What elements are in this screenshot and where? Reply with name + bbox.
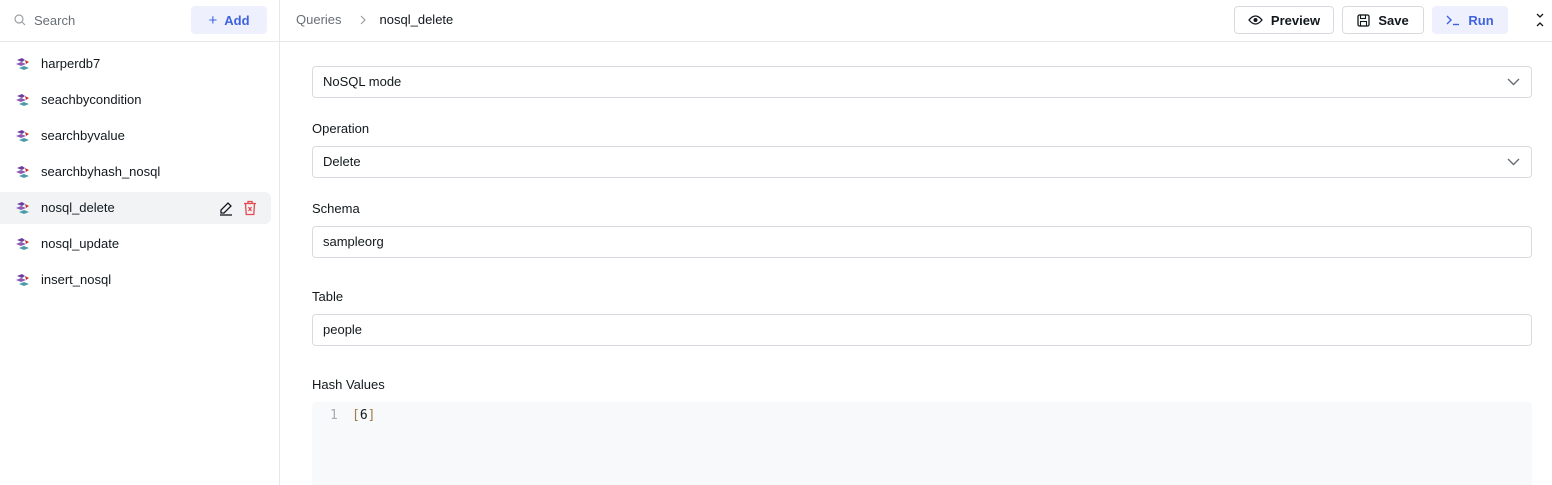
eye-icon bbox=[1248, 15, 1263, 25]
query-header: Queries nosql_delete Preview Save Run bbox=[280, 0, 1552, 42]
query-item[interactable]: nosql_update bbox=[0, 228, 271, 260]
chevron-down-icon bbox=[1507, 158, 1520, 166]
save-button-label: Save bbox=[1378, 12, 1409, 28]
table-field-value: people bbox=[323, 322, 363, 337]
operation-label: Operation bbox=[312, 121, 370, 136]
collapse-icon[interactable] bbox=[1534, 12, 1546, 28]
query-item-active[interactable]: nosql_delete bbox=[0, 192, 271, 224]
mode-select[interactable]: NoSQL mode bbox=[312, 66, 1532, 98]
edit-icon[interactable] bbox=[219, 200, 233, 216]
query-actions bbox=[219, 200, 257, 216]
harperdb-icon bbox=[16, 238, 29, 250]
run-button[interactable]: Run bbox=[1432, 6, 1508, 34]
query-item[interactable]: harperdb7 bbox=[0, 48, 271, 80]
harperdb-icon bbox=[16, 130, 29, 142]
terminal-icon bbox=[1446, 15, 1460, 26]
line-number: 1 bbox=[330, 408, 338, 423]
query-label: nosql_update bbox=[41, 236, 120, 251]
query-label: searchbyvalue bbox=[41, 128, 125, 143]
app-window: + Add harperdb7 seachbycondition bbox=[0, 0, 1552, 485]
query-form: NoSQL mode Operation Delete Schema sampl… bbox=[280, 42, 1552, 485]
search-icon bbox=[14, 14, 26, 26]
add-button-label: Add bbox=[224, 12, 250, 28]
operation-select-value: Delete bbox=[323, 154, 361, 169]
chevron-right-icon bbox=[360, 15, 366, 25]
harperdb-icon bbox=[16, 166, 29, 178]
schema-field-value: sampleorg bbox=[323, 234, 384, 249]
harperdb-icon bbox=[16, 274, 29, 286]
breadcrumb: Queries nosql_delete bbox=[296, 0, 453, 40]
code-value: 6 bbox=[359, 408, 368, 423]
code-close-bracket: ] bbox=[367, 408, 376, 423]
harperdb-icon bbox=[16, 202, 29, 214]
harperdb-icon bbox=[16, 94, 29, 106]
query-label: nosql_delete bbox=[41, 200, 115, 215]
code-open-bracket: [ bbox=[352, 408, 360, 423]
mode-select-value: NoSQL mode bbox=[323, 74, 402, 89]
plus-icon: + bbox=[208, 11, 218, 29]
code-line: [6] bbox=[352, 408, 375, 423]
save-icon bbox=[1357, 13, 1370, 27]
schema-label: Schema bbox=[312, 201, 360, 216]
harperdb-icon bbox=[16, 58, 29, 70]
save-button[interactable]: Save bbox=[1342, 6, 1424, 34]
query-item[interactable]: searchbyvalue bbox=[0, 120, 271, 152]
query-item[interactable]: seachbycondition bbox=[0, 84, 271, 116]
hash-values-editor[interactable]: 1 [6] bbox=[312, 402, 1532, 485]
query-label: insert_nosql bbox=[41, 272, 112, 287]
query-item[interactable]: insert_nosql bbox=[0, 264, 271, 296]
preview-button-label: Preview bbox=[1270, 12, 1321, 28]
query-list: harperdb7 seachbycondition searchbyvalue bbox=[0, 48, 279, 300]
trash-icon[interactable] bbox=[243, 200, 257, 216]
chevron-down-icon bbox=[1507, 78, 1520, 86]
search-input[interactable] bbox=[34, 9, 184, 31]
query-item[interactable]: searchbyhash_nosql bbox=[0, 156, 271, 188]
table-field[interactable]: people bbox=[312, 314, 1532, 346]
preview-button[interactable]: Preview bbox=[1234, 6, 1334, 34]
breadcrumb-root[interactable]: Queries bbox=[296, 0, 342, 40]
schema-field[interactable]: sampleorg bbox=[312, 226, 1532, 258]
sidebar-toolbar: + Add bbox=[0, 0, 279, 42]
query-sidebar: + Add harperdb7 seachbycondition bbox=[0, 0, 280, 485]
breadcrumb-current: nosql_delete bbox=[379, 12, 454, 27]
query-label: harperdb7 bbox=[41, 56, 101, 71]
add-query-button[interactable]: + Add bbox=[191, 6, 267, 34]
query-label: seachbycondition bbox=[41, 92, 142, 107]
query-label: searchbyhash_nosql bbox=[41, 164, 161, 179]
run-button-label: Run bbox=[1468, 12, 1494, 28]
operation-select[interactable]: Delete bbox=[312, 146, 1532, 178]
table-label: Table bbox=[312, 289, 344, 304]
hash-values-label: Hash Values bbox=[312, 377, 385, 392]
